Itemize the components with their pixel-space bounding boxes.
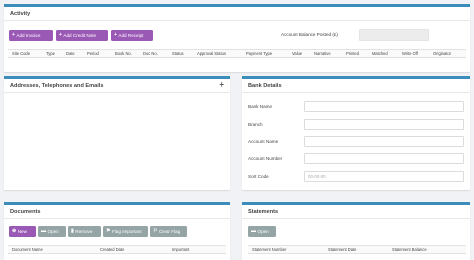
flag-icon: ⚑: [106, 228, 111, 234]
plus-icon: +: [114, 32, 117, 38]
activity-table-header: Site Code Type Date Period Book No. Doc …: [8, 49, 466, 58]
addresses-title: Addresses, Telephones and Emails +: [4, 79, 230, 93]
add-address-icon[interactable]: +: [219, 80, 224, 89]
branch-field[interactable]: [304, 119, 464, 130]
account-number-field[interactable]: [304, 153, 464, 164]
folder-icon: ▬: [41, 228, 46, 234]
account-name-field[interactable]: [304, 136, 464, 147]
sort-code-field[interactable]: 00-00-00: [304, 171, 464, 182]
column-header[interactable]: Date: [66, 50, 75, 58]
new-label: New: [17, 229, 27, 234]
column-header[interactable]: Printed: [346, 50, 359, 58]
flag-important-button[interactable]: ⚑ Flag Important: [103, 226, 148, 237]
column-header[interactable]: Payment Type: [246, 50, 272, 58]
column-header[interactable]: Site Code: [12, 50, 30, 58]
account-balance-field: [359, 29, 429, 41]
bank-name-field[interactable]: [304, 101, 464, 112]
clear-flag-label: Clear Flag: [158, 229, 181, 234]
add-credit-note-button[interactable]: + Add Credit Note: [56, 30, 108, 41]
folder-icon: ▬: [251, 228, 256, 234]
column-header[interactable]: Status: [172, 50, 184, 58]
remove-label: Remove: [75, 229, 93, 234]
open-label: Open: [47, 229, 59, 234]
column-header[interactable]: Created Date: [100, 246, 124, 254]
add-credit-note-label: Add Credit Note: [63, 33, 97, 38]
column-header[interactable]: Important: [172, 246, 189, 254]
trash-icon: ▮: [71, 228, 74, 234]
statements-title: Statements: [242, 205, 470, 219]
open-document-button[interactable]: ▬ Open: [38, 226, 66, 237]
documents-table-header: Document Name Created Date Important: [8, 245, 226, 254]
column-header[interactable]: Document Name: [12, 246, 43, 254]
open-statement-label: Open: [257, 229, 269, 234]
column-header[interactable]: Statement Balance: [392, 246, 427, 254]
addresses-panel: Addresses, Telephones and Emails +: [4, 76, 230, 190]
account-balance-label: Account Balance Posted (£): [281, 32, 338, 37]
flag-important-label: Flag Important: [111, 229, 142, 234]
documents-title: Documents: [4, 205, 230, 219]
add-invoice-button[interactable]: + Add Invoice: [9, 30, 53, 41]
column-header[interactable]: Write Off: [402, 50, 418, 58]
plus-icon: +: [59, 32, 62, 38]
column-header[interactable]: Matched: [372, 50, 388, 58]
documents-panel: Documents ⊕ New ▬ Open ▮ Remove ⚑ Flag I…: [4, 202, 230, 260]
activity-panel: Activity + Add Invoice + Add Credit Note…: [4, 4, 470, 72]
clear-flag-icon: ⚐: [153, 228, 158, 234]
account-name-label: Account Name: [248, 139, 279, 144]
column-header[interactable]: Statement Date: [328, 246, 356, 254]
bank-details-title: Bank Details: [242, 79, 470, 93]
statements-panel: Statements ▬ Open Statement Number State…: [242, 202, 470, 260]
column-header[interactable]: Originator: [433, 50, 451, 58]
branch-label: Branch: [248, 122, 263, 127]
column-header[interactable]: Approval Status: [197, 50, 226, 58]
bank-name-label: Bank Name: [248, 104, 273, 109]
add-receipt-label: Add Receipt: [118, 33, 144, 38]
column-header[interactable]: Type: [46, 50, 55, 58]
column-header[interactable]: Period: [87, 50, 99, 58]
column-header[interactable]: Doc No.: [143, 50, 158, 58]
column-header[interactable]: Book No.: [115, 50, 132, 58]
remove-document-button[interactable]: ▮ Remove: [68, 226, 101, 237]
add-invoice-label: Add Invoice: [16, 33, 41, 38]
add-receipt-button[interactable]: + Add Receipt: [111, 30, 153, 41]
addresses-title-text: Addresses, Telephones and Emails: [10, 83, 104, 89]
column-header[interactable]: Statement Number: [252, 246, 286, 254]
column-header[interactable]: Narrative: [314, 50, 331, 58]
plus-icon: +: [12, 32, 15, 38]
column-header[interactable]: Value: [292, 50, 302, 58]
statements-table-header: Statement Number Statement Date Statemen…: [248, 245, 466, 254]
clear-flag-button[interactable]: ⚐ Clear Flag: [150, 226, 187, 237]
activity-title: Activity: [4, 7, 470, 21]
open-statement-button[interactable]: ▬ Open: [248, 226, 276, 237]
bank-details-panel: Bank Details Bank Name Branch Account Na…: [242, 76, 470, 190]
new-document-button[interactable]: ⊕ New: [9, 226, 36, 237]
plus-circle-icon: ⊕: [12, 228, 17, 234]
sort-code-label: Sort Code: [248, 174, 269, 179]
account-number-label: Account Number: [248, 156, 283, 161]
